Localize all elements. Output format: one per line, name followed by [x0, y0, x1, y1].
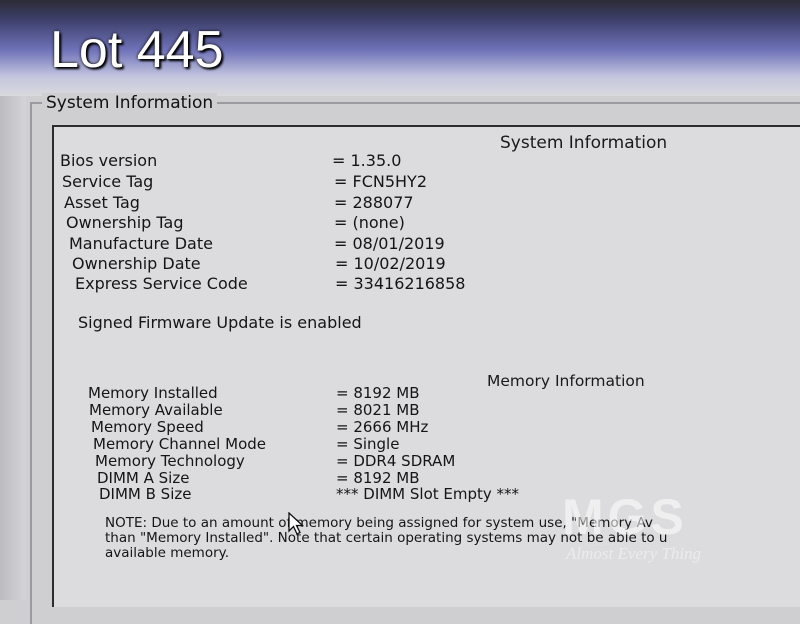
- row-label: Ownership Tag: [66, 213, 184, 232]
- row-label: Bios version: [60, 151, 158, 170]
- memory-info-heading: Memory Information: [487, 372, 645, 390]
- row-value: = 288077: [334, 193, 414, 212]
- lot-label: Lot 445: [50, 21, 224, 79]
- note-line: NOTE: Due to an amount of memory being a…: [105, 515, 653, 531]
- row-label: Service Tag: [62, 172, 154, 191]
- firmware-status: Signed Firmware Update is enabled: [78, 313, 362, 332]
- row-value: *** DIMM Slot Empty ***: [336, 485, 520, 503]
- row-value: = 10/02/2019: [335, 254, 446, 273]
- row-value: = 1.35.0: [332, 151, 402, 170]
- row-value: = 08/01/2019: [334, 234, 445, 253]
- mouse-cursor-icon: [288, 511, 306, 540]
- row-value: = DDR4 SDRAM: [336, 452, 456, 470]
- row-label: DIMM B Size: [99, 485, 192, 503]
- bezel-left-edge: [0, 96, 26, 600]
- row-value: = Single: [336, 435, 400, 453]
- row-value: = 33416216858: [335, 274, 466, 293]
- row-label: Memory Technology: [95, 452, 245, 470]
- row-label: Memory Speed: [91, 418, 204, 436]
- row-label: Memory Channel Mode: [93, 435, 266, 453]
- system-info-heading: System Information: [500, 133, 668, 153]
- row-value: = 8192 MB: [336, 384, 420, 402]
- mgs-watermark-tagline: Almost Every Thing: [566, 544, 702, 563]
- row-label: Express Service Code: [75, 274, 248, 293]
- row-label: Asset Tag: [64, 193, 140, 212]
- mgs-watermark-logo: MGS: [562, 489, 688, 545]
- row-label: Manufacture Date: [69, 234, 213, 253]
- row-label: Memory Available: [89, 401, 223, 419]
- row-value: = (none): [334, 213, 405, 232]
- row-value: = FCN5HY2: [334, 172, 427, 191]
- row-value: = 8021 MB: [336, 401, 420, 419]
- group-legend: System Information: [42, 93, 218, 113]
- row-label: Ownership Date: [72, 254, 201, 273]
- row-label: Memory Installed: [88, 384, 218, 402]
- row-value: = 2666 MHz: [336, 418, 429, 436]
